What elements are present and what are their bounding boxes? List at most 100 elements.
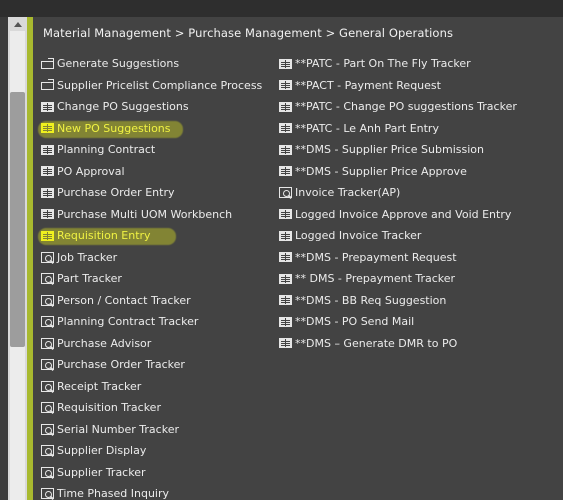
menu-item-purchase-advisor[interactable]: Purchase Advisor <box>41 333 262 355</box>
menu-item-planning-contract-tracker[interactable]: Planning Contract Tracker <box>41 311 262 333</box>
tracker-icon <box>41 316 54 328</box>
list-icon <box>279 123 292 134</box>
menu-item-label: Purchase Advisor <box>57 336 152 350</box>
tracker-icon <box>41 466 54 478</box>
menu-item-supplier-pricelist-compliance-process[interactable]: Supplier Pricelist Compliance Process <box>41 75 262 97</box>
list-icon <box>41 166 54 177</box>
menu-item-label: PO Approval <box>57 164 125 178</box>
tracker-icon <box>41 273 54 285</box>
menu-item-purchase-order-tracker[interactable]: Purchase Order Tracker <box>41 354 262 376</box>
menu-item-label: Supplier Display <box>57 444 147 458</box>
list-icon <box>41 230 54 241</box>
menu-item-label: **DMS – Generate DMR to PO <box>295 336 458 350</box>
menu-item-label: Planning Contract <box>57 143 156 157</box>
menu-item-supplier-display[interactable]: Supplier Display <box>41 440 262 462</box>
menu-item-requisition-entry[interactable]: Requisition Entry <box>38 225 262 247</box>
menu-item-person-contact-tracker[interactable]: Person / Contact Tracker <box>41 290 262 312</box>
menu-item-label: Supplier Tracker <box>57 465 146 479</box>
menu-item-receipt-tracker[interactable]: Receipt Tracker <box>41 376 262 398</box>
process-icon <box>41 57 54 69</box>
menu-item-label: Receipt Tracker <box>57 379 142 393</box>
menu-item-label: **DMS - Prepayment Request <box>295 250 457 264</box>
right-menu-column: **PATC - Part On The Fly Tracker **PACT -… <box>279 53 517 354</box>
menu-item-dms-generate-dmr-to-po[interactable]: **DMS – Generate DMR to PO <box>279 333 517 355</box>
menu-item-label: Time Phased Inquiry <box>57 487 169 500</box>
menu-item-label: Purchase Order Tracker <box>57 358 185 372</box>
menu-item-dms-prepayment-tracker[interactable]: ** DMS - Prepayment Tracker <box>279 268 517 290</box>
menu-item-change-po-suggestions[interactable]: Change PO Suggestions <box>41 96 262 118</box>
menu-item-label: Supplier Pricelist Compliance Process <box>57 78 263 92</box>
tracker-icon <box>41 445 54 457</box>
window-top-bar <box>0 0 563 17</box>
tracker-icon <box>279 187 292 199</box>
menu-item-label: **PACT - Payment Request <box>295 78 441 92</box>
menu-item-dms-supplier-price-approve[interactable]: **DMS - Supplier Price Approve <box>279 161 517 183</box>
menu-item-label: **DMS - BB Req Suggestion <box>295 293 447 307</box>
menu-item-purchase-multi-uom-workbench[interactable]: Purchase Multi UOM Workbench <box>41 204 262 226</box>
menu-item-label: Part Tracker <box>57 272 122 286</box>
list-icon <box>279 295 292 306</box>
list-icon <box>279 144 292 155</box>
tracker-icon <box>41 359 54 371</box>
menu-item-label: Planning Contract Tracker <box>57 315 199 329</box>
list-icon <box>279 58 292 69</box>
list-icon <box>41 187 54 198</box>
menu-item-logged-invoice-approve-and-void-entry[interactable]: Logged Invoice Approve and Void Entry <box>279 204 517 226</box>
list-icon <box>279 80 292 91</box>
menu-item-part-tracker[interactable]: Part Tracker <box>41 268 262 290</box>
menu-item-dms-prepayment-request[interactable]: **DMS - Prepayment Request <box>279 247 517 269</box>
menu-item-label: Requisition Tracker <box>57 401 161 415</box>
menu-item-label: Logged Invoice Approve and Void Entry <box>295 207 512 221</box>
list-icon <box>279 230 292 241</box>
list-icon <box>279 166 292 177</box>
list-icon <box>279 316 292 327</box>
process-icon <box>41 79 54 91</box>
menu-item-purchase-order-entry[interactable]: Purchase Order Entry <box>41 182 262 204</box>
scroll-up-arrow-icon[interactable] <box>8 17 27 31</box>
menu-item-pact-payment-request[interactable]: **PACT - Payment Request <box>279 75 517 97</box>
menu-item-time-phased-inquiry[interactable]: Time Phased Inquiry <box>41 483 262 500</box>
breadcrumb: Material Management > Purchase Managemen… <box>43 26 454 40</box>
menu-item-label: Change PO Suggestions <box>57 100 189 114</box>
menu-item-patc-change-po-suggestions-tracker[interactable]: **PATC - Change PO suggestions Tracker <box>279 96 517 118</box>
list-icon <box>279 338 292 349</box>
menu-item-job-tracker[interactable]: Job Tracker <box>41 247 262 269</box>
list-icon <box>41 101 54 112</box>
list-icon <box>41 123 54 134</box>
menu-item-label: Requisition Entry <box>57 229 151 243</box>
list-icon <box>279 252 292 263</box>
menu-item-label: Logged Invoice Tracker <box>295 229 422 243</box>
menu-item-label: **PATC - Le Anh Part Entry <box>295 121 439 135</box>
menu-item-label: **DMS - Supplier Price Approve <box>295 164 467 178</box>
scroll-thumb[interactable] <box>10 92 25 347</box>
menu-item-planning-contract[interactable]: Planning Contract <box>41 139 262 161</box>
tracker-icon <box>41 251 54 263</box>
menu-item-supplier-tracker[interactable]: Supplier Tracker <box>41 462 262 484</box>
menu-item-dms-bb-req-suggestion[interactable]: **DMS - BB Req Suggestion <box>279 290 517 312</box>
tracker-icon <box>41 337 54 349</box>
menu-item-label: **PATC - Change PO suggestions Tracker <box>295 100 517 114</box>
menu-item-dms-supplier-price-submission[interactable]: **DMS - Supplier Price Submission <box>279 139 517 161</box>
menu-item-patc-part-on-the-fly-tracker[interactable]: **PATC - Part On The Fly Tracker <box>279 53 517 75</box>
menu-item-label: ** DMS - Prepayment Tracker <box>295 272 456 286</box>
menu-item-new-po-suggestions[interactable]: New PO Suggestions <box>38 118 262 140</box>
left-menu-column: Generate Suggestions Supplier Pricelist C… <box>38 53 262 500</box>
menu-item-label: **DMS - Supplier Price Submission <box>295 143 484 157</box>
vertical-scrollbar[interactable] <box>8 17 27 500</box>
menu-item-invoice-tracker-ap[interactable]: Invoice Tracker(AP) <box>279 182 517 204</box>
menu-item-logged-invoice-tracker[interactable]: Logged Invoice Tracker <box>279 225 517 247</box>
menu-item-label: **PATC - Part On The Fly Tracker <box>295 57 471 71</box>
menu-item-serial-number-tracker[interactable]: Serial Number Tracker <box>41 419 262 441</box>
list-icon <box>279 101 292 112</box>
menu-item-po-approval[interactable]: PO Approval <box>41 161 262 183</box>
menu-item-label: Purchase Multi UOM Workbench <box>57 207 233 221</box>
menu-item-generate-suggestions[interactable]: Generate Suggestions <box>41 53 262 75</box>
tracker-icon <box>41 402 54 414</box>
list-icon <box>279 273 292 284</box>
menu-item-patc-le-anh-part-entry[interactable]: **PATC - Le Anh Part Entry <box>279 118 517 140</box>
menu-item-requisition-tracker[interactable]: Requisition Tracker <box>41 397 262 419</box>
menu-panel: Material Management > Purchase Managemen… <box>33 17 563 500</box>
tracker-icon <box>41 423 54 435</box>
tracker-icon <box>41 380 54 392</box>
menu-item-dms-po-send-mail[interactable]: **DMS - PO Send Mail <box>279 311 517 333</box>
